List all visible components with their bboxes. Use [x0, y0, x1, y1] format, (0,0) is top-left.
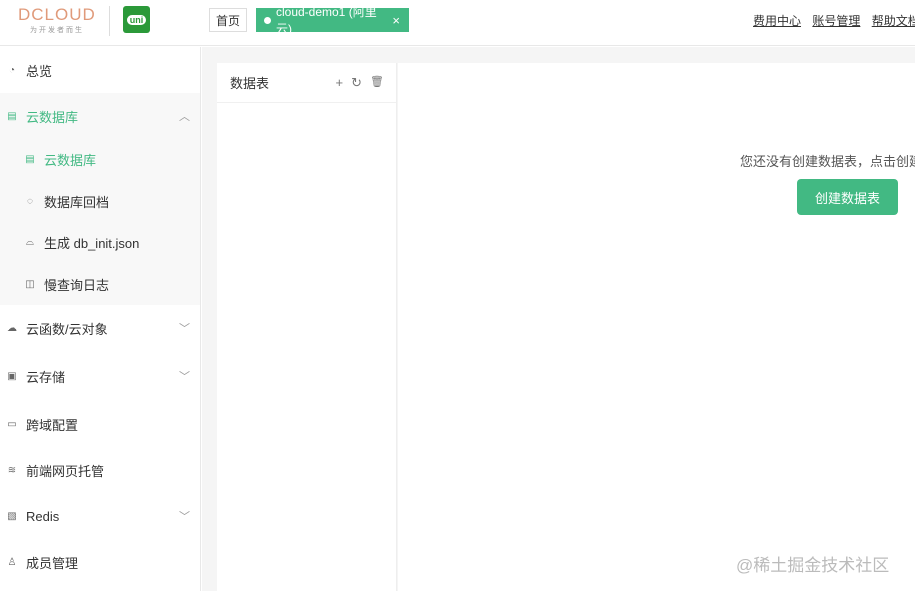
chevron-down-icon: ﹀ — [179, 511, 190, 523]
close-icon[interactable]: × — [392, 13, 400, 28]
uni-logo[interactable]: uni — [123, 6, 150, 33]
log-icon: ◫ — [25, 278, 35, 290]
link-icon: ⌓ — [26, 237, 34, 249]
link-account[interactable]: 账号管理 — [812, 14, 860, 28]
create-table-button[interactable]: 创建数据表 — [797, 179, 898, 215]
database-icon: ▤ — [7, 110, 17, 122]
sidebar-subitem-db-init[interactable]: ⌓ 生成 db_init.json — [0, 222, 200, 264]
chevron-down-icon: ﹀ — [179, 323, 190, 335]
sidebar-subitem-slow-log[interactable]: ◫ 慢查询日志 — [0, 264, 200, 306]
add-icon[interactable]: + — [336, 75, 344, 91]
hosting-icon: ≋ — [7, 464, 17, 476]
dcloud-logo[interactable]: DCLOUD 为开发者而生 — [18, 5, 98, 37]
tables-header: 数据表 + ↻ 🗑 — [217, 63, 396, 103]
sidebar-item-storage[interactable]: ▣ 云存储 ﹀ — [0, 351, 200, 401]
main-area: 数据表 + ↻ 🗑 您还没有创建数据表，点击创建 创建数据表 — [202, 47, 915, 591]
cloud-icon: ☁ — [7, 322, 17, 334]
sidebar-item-redis[interactable]: ▧ Redis ﹀ — [0, 493, 200, 539]
sidebar-item-members[interactable]: ♙ 成员管理 — [0, 539, 200, 585]
sidebar: ◔ 总览 ▤ 云数据库 ︿ ▤ 云数据库 ◌ 数据库回档 ⌓ 生成 db_init.json… — [0, 47, 201, 591]
sidebar-subitem-database[interactable]: ▤ 云数据库 — [0, 139, 200, 181]
storage-icon: ▣ — [7, 370, 17, 382]
project-tab-label: cloud-demo1 (阿里云) — [275, 5, 377, 36]
sidebar-item-database[interactable]: ▤ 云数据库 ︿ — [0, 93, 200, 139]
sidebar-item-overview[interactable]: ◔ 总览 — [0, 47, 200, 93]
tables-panel: 数据表 + ↻ 🗑 — [217, 63, 397, 591]
sidebar-item-cors[interactable]: ▭ 跨域配置 — [0, 401, 200, 447]
tab-project[interactable]: cloud-demo1 (阿里云) × — [256, 5, 409, 36]
tab-home[interactable]: 首页 — [209, 8, 247, 32]
tables-title: 数据表 — [230, 76, 270, 91]
cors-icon: ▭ — [7, 418, 17, 430]
sidebar-subitem-rollback[interactable]: ◌ 数据库回档 — [0, 181, 200, 223]
chevron-up-icon: ︿ — [179, 111, 190, 123]
chevron-down-icon: ﹀ — [179, 371, 190, 383]
link-billing[interactable]: 费用中心 — [753, 14, 801, 28]
empty-message: 您还没有创建数据表，点击创建 — [740, 154, 915, 169]
sidebar-item-hosting[interactable]: ≋ 前端网页托管 — [0, 447, 200, 493]
trash-icon[interactable]: 🗑 — [370, 75, 384, 91]
user-icon: ♙ — [7, 556, 17, 568]
redis-icon: ▧ — [7, 510, 17, 522]
database-icon: ▤ — [25, 154, 35, 166]
top-links: 费用中心 账号管理 帮助文档 a — [753, 12, 915, 29]
watermark: @稀土掘金技术社区 — [736, 556, 890, 575]
sidebar-item-functions[interactable]: ☁ 云函数/云对象 ﹀ — [0, 305, 200, 351]
status-dot-icon — [264, 16, 271, 24]
content-panel: 您还没有创建数据表，点击创建 创建数据表 — [398, 63, 915, 591]
overview-icon: ◔ — [8, 64, 16, 76]
divider — [109, 6, 110, 36]
link-help[interactable]: 帮助文档 — [872, 14, 915, 28]
rollback-icon: ◌ — [27, 195, 33, 207]
refresh-icon[interactable]: ↻ — [351, 75, 362, 91]
top-header: DCLOUD 为开发者而生 uni 首页 cloud-demo1 (阿里云) ×… — [0, 0, 915, 46]
